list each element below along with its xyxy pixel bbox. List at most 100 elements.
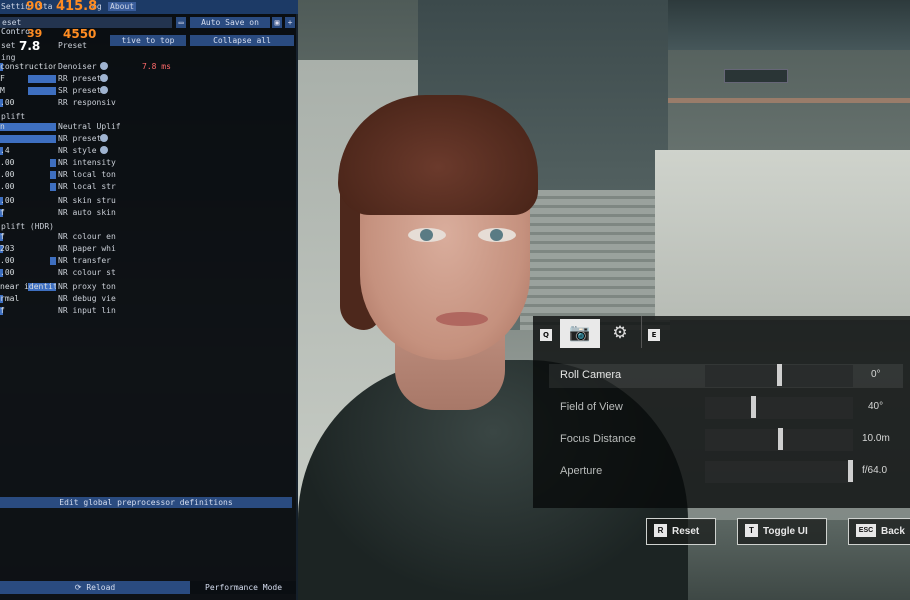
photo-slider-row[interactable]: Field of View 40° bbox=[549, 396, 903, 420]
frametime-big: 7.8 bbox=[19, 39, 41, 53]
setting-extra: 7.8 ms bbox=[142, 62, 171, 71]
frametime-counter: 415.8 bbox=[56, 0, 98, 14]
setting-row[interactable]: .00 NR intensity bbox=[0, 158, 298, 169]
setting-label: NR skin stru bbox=[58, 196, 116, 205]
control-header: Contro bbox=[1, 27, 30, 36]
setting-row[interactable]: f NR input lin bbox=[0, 306, 298, 317]
character-lips bbox=[436, 312, 488, 326]
scene-railing bbox=[668, 98, 910, 103]
menu-bar: Settin Sta og About bbox=[0, 0, 298, 14]
setting-label: NR debug vie bbox=[58, 294, 116, 303]
setting-row[interactable]: .00 NR skin stru bbox=[0, 196, 298, 207]
setting-value: f bbox=[0, 232, 5, 241]
reset-icon[interactable] bbox=[100, 134, 108, 142]
setting-label: NR local str bbox=[58, 182, 116, 191]
overlay-divider bbox=[296, 14, 298, 600]
setting-label: NR proxy ton bbox=[58, 282, 116, 291]
setting-value: .00 bbox=[0, 98, 15, 107]
setting-row[interactable]: .00 NR colour st bbox=[0, 268, 298, 279]
photo-slider-label: Focus Distance bbox=[560, 433, 636, 445]
photo-mode-panel: Q 📷 ⚙ E Roll Camera 0° Field of View 40° Foc… bbox=[533, 316, 910, 508]
setting-label: NR colour en bbox=[58, 232, 116, 241]
back-key: ESC bbox=[856, 523, 876, 537]
setting-label: NR colour st bbox=[58, 268, 116, 277]
reset-icon[interactable] bbox=[100, 86, 108, 94]
performance-mode-toggle[interactable]: Performance Mode bbox=[205, 581, 282, 594]
setting-value: F bbox=[0, 74, 5, 83]
relative-to-top-button[interactable]: tive to top bbox=[110, 35, 186, 46]
setting-row[interactable]: .00 NR local ton bbox=[0, 170, 298, 181]
reset-icon[interactable] bbox=[100, 74, 108, 82]
setting-row[interactable]: .00 NR transfer bbox=[0, 256, 298, 267]
setting-row[interactable]: rmal NR debug vie bbox=[0, 294, 298, 305]
setting-label: NR paper whi bbox=[58, 244, 116, 253]
setting-label: RR preset bbox=[58, 74, 102, 83]
setting-label: Neutral Uplif bbox=[58, 122, 121, 131]
tab-separator bbox=[641, 316, 642, 348]
setting-row[interactable]: construction Denoiser 7.8 ms bbox=[0, 62, 298, 73]
photo-slider-row[interactable]: Aperture f/64.0 bbox=[549, 460, 903, 484]
toggle-ui-button[interactable]: T Toggle UI bbox=[737, 518, 827, 545]
setting-row[interactable]: n Neutral Uplif bbox=[0, 122, 298, 133]
setting-value: rmal bbox=[0, 294, 20, 303]
save-icon[interactable]: ▣ bbox=[272, 17, 282, 28]
scene-sign bbox=[724, 69, 788, 83]
photo-slider-row[interactable]: Roll Camera 0° bbox=[549, 364, 903, 388]
reload-icon: ⟳ bbox=[74, 583, 87, 592]
setting-row[interactable]: f NR colour en bbox=[0, 232, 298, 243]
auto-save-button[interactable]: Auto Save on bbox=[190, 17, 270, 28]
camera-icon[interactable]: 📷 bbox=[560, 319, 600, 348]
setting-label: SR preset bbox=[58, 86, 102, 95]
photo-slider-value: 0° bbox=[871, 369, 881, 380]
photo-slider-handle[interactable] bbox=[751, 396, 756, 418]
tab-next-key[interactable]: E bbox=[648, 329, 660, 341]
setting-row[interactable]: F RR preset bbox=[0, 74, 298, 85]
collapse-all-button[interactable]: Collapse all bbox=[190, 35, 294, 46]
setting-row[interactable]: .4 NR style bbox=[0, 146, 298, 157]
setting-value: construction bbox=[0, 62, 56, 71]
reset-icon[interactable] bbox=[100, 146, 108, 154]
scene-stairs bbox=[520, 190, 670, 330]
photo-slider-value: 10.0m bbox=[862, 433, 890, 444]
filter-icon[interactable]: ⚙ bbox=[600, 319, 640, 348]
setting-value: 203 bbox=[0, 244, 15, 253]
toggle-ui-key: T bbox=[745, 523, 758, 537]
setting-row[interactable]: 203 NR paper whi bbox=[0, 244, 298, 255]
preset-label: Preset bbox=[58, 41, 87, 50]
setting-row[interactable]: NR preset bbox=[0, 134, 298, 145]
photo-slider-track[interactable] bbox=[705, 461, 853, 483]
setting-value: .00 bbox=[0, 196, 15, 205]
reset-icon[interactable] bbox=[100, 62, 108, 70]
reset-button[interactable]: R Reset bbox=[646, 518, 716, 545]
section-ing: ing bbox=[1, 53, 16, 62]
edit-preprocessor-button[interactable]: Edit global preprocessor definitions bbox=[0, 497, 292, 508]
menu-about[interactable]: About bbox=[108, 2, 137, 11]
setting-row[interactable]: near identityNR proxy ton bbox=[0, 282, 298, 293]
stat-value-b: 4550 bbox=[63, 27, 97, 41]
setting-label: NR preset bbox=[58, 134, 102, 143]
photo-slider-label: Field of View bbox=[560, 401, 623, 413]
setting-label: NR auto skin bbox=[58, 208, 116, 217]
photo-slider-handle[interactable] bbox=[777, 364, 782, 386]
setting-row[interactable]: .00 RR responsiv bbox=[0, 98, 298, 109]
setting-row[interactable]: f NR auto skin bbox=[0, 208, 298, 219]
reload-button[interactable]: ⟳ Reload bbox=[0, 581, 190, 594]
setting-label: NR local ton bbox=[58, 170, 116, 179]
setting-row[interactable]: M SR preset bbox=[0, 86, 298, 97]
setting-label: NR style bbox=[58, 146, 97, 155]
tab-prev-key[interactable]: Q bbox=[540, 329, 552, 341]
setting-value: .4 bbox=[0, 146, 10, 155]
add-icon[interactable]: + bbox=[285, 17, 295, 28]
setting-value: .00 bbox=[0, 170, 15, 179]
back-button[interactable]: ESC Back bbox=[848, 518, 910, 545]
folder-icon[interactable]: ▭ bbox=[176, 17, 186, 28]
reshade-overlay: Settin Sta og About 90 415.8 eset ▭ Auto… bbox=[0, 0, 298, 600]
photo-slider-handle[interactable] bbox=[778, 428, 783, 450]
photo-slider-track[interactable] bbox=[705, 397, 853, 419]
character-eye-left bbox=[408, 228, 446, 242]
setting-value: .00 bbox=[0, 158, 15, 167]
photo-slider-handle[interactable] bbox=[848, 460, 853, 482]
photo-tab-bar: Q 📷 ⚙ E bbox=[533, 316, 910, 348]
setting-row[interactable]: .00 NR local str bbox=[0, 182, 298, 193]
photo-slider-row[interactable]: Focus Distance 10.0m bbox=[549, 428, 903, 452]
